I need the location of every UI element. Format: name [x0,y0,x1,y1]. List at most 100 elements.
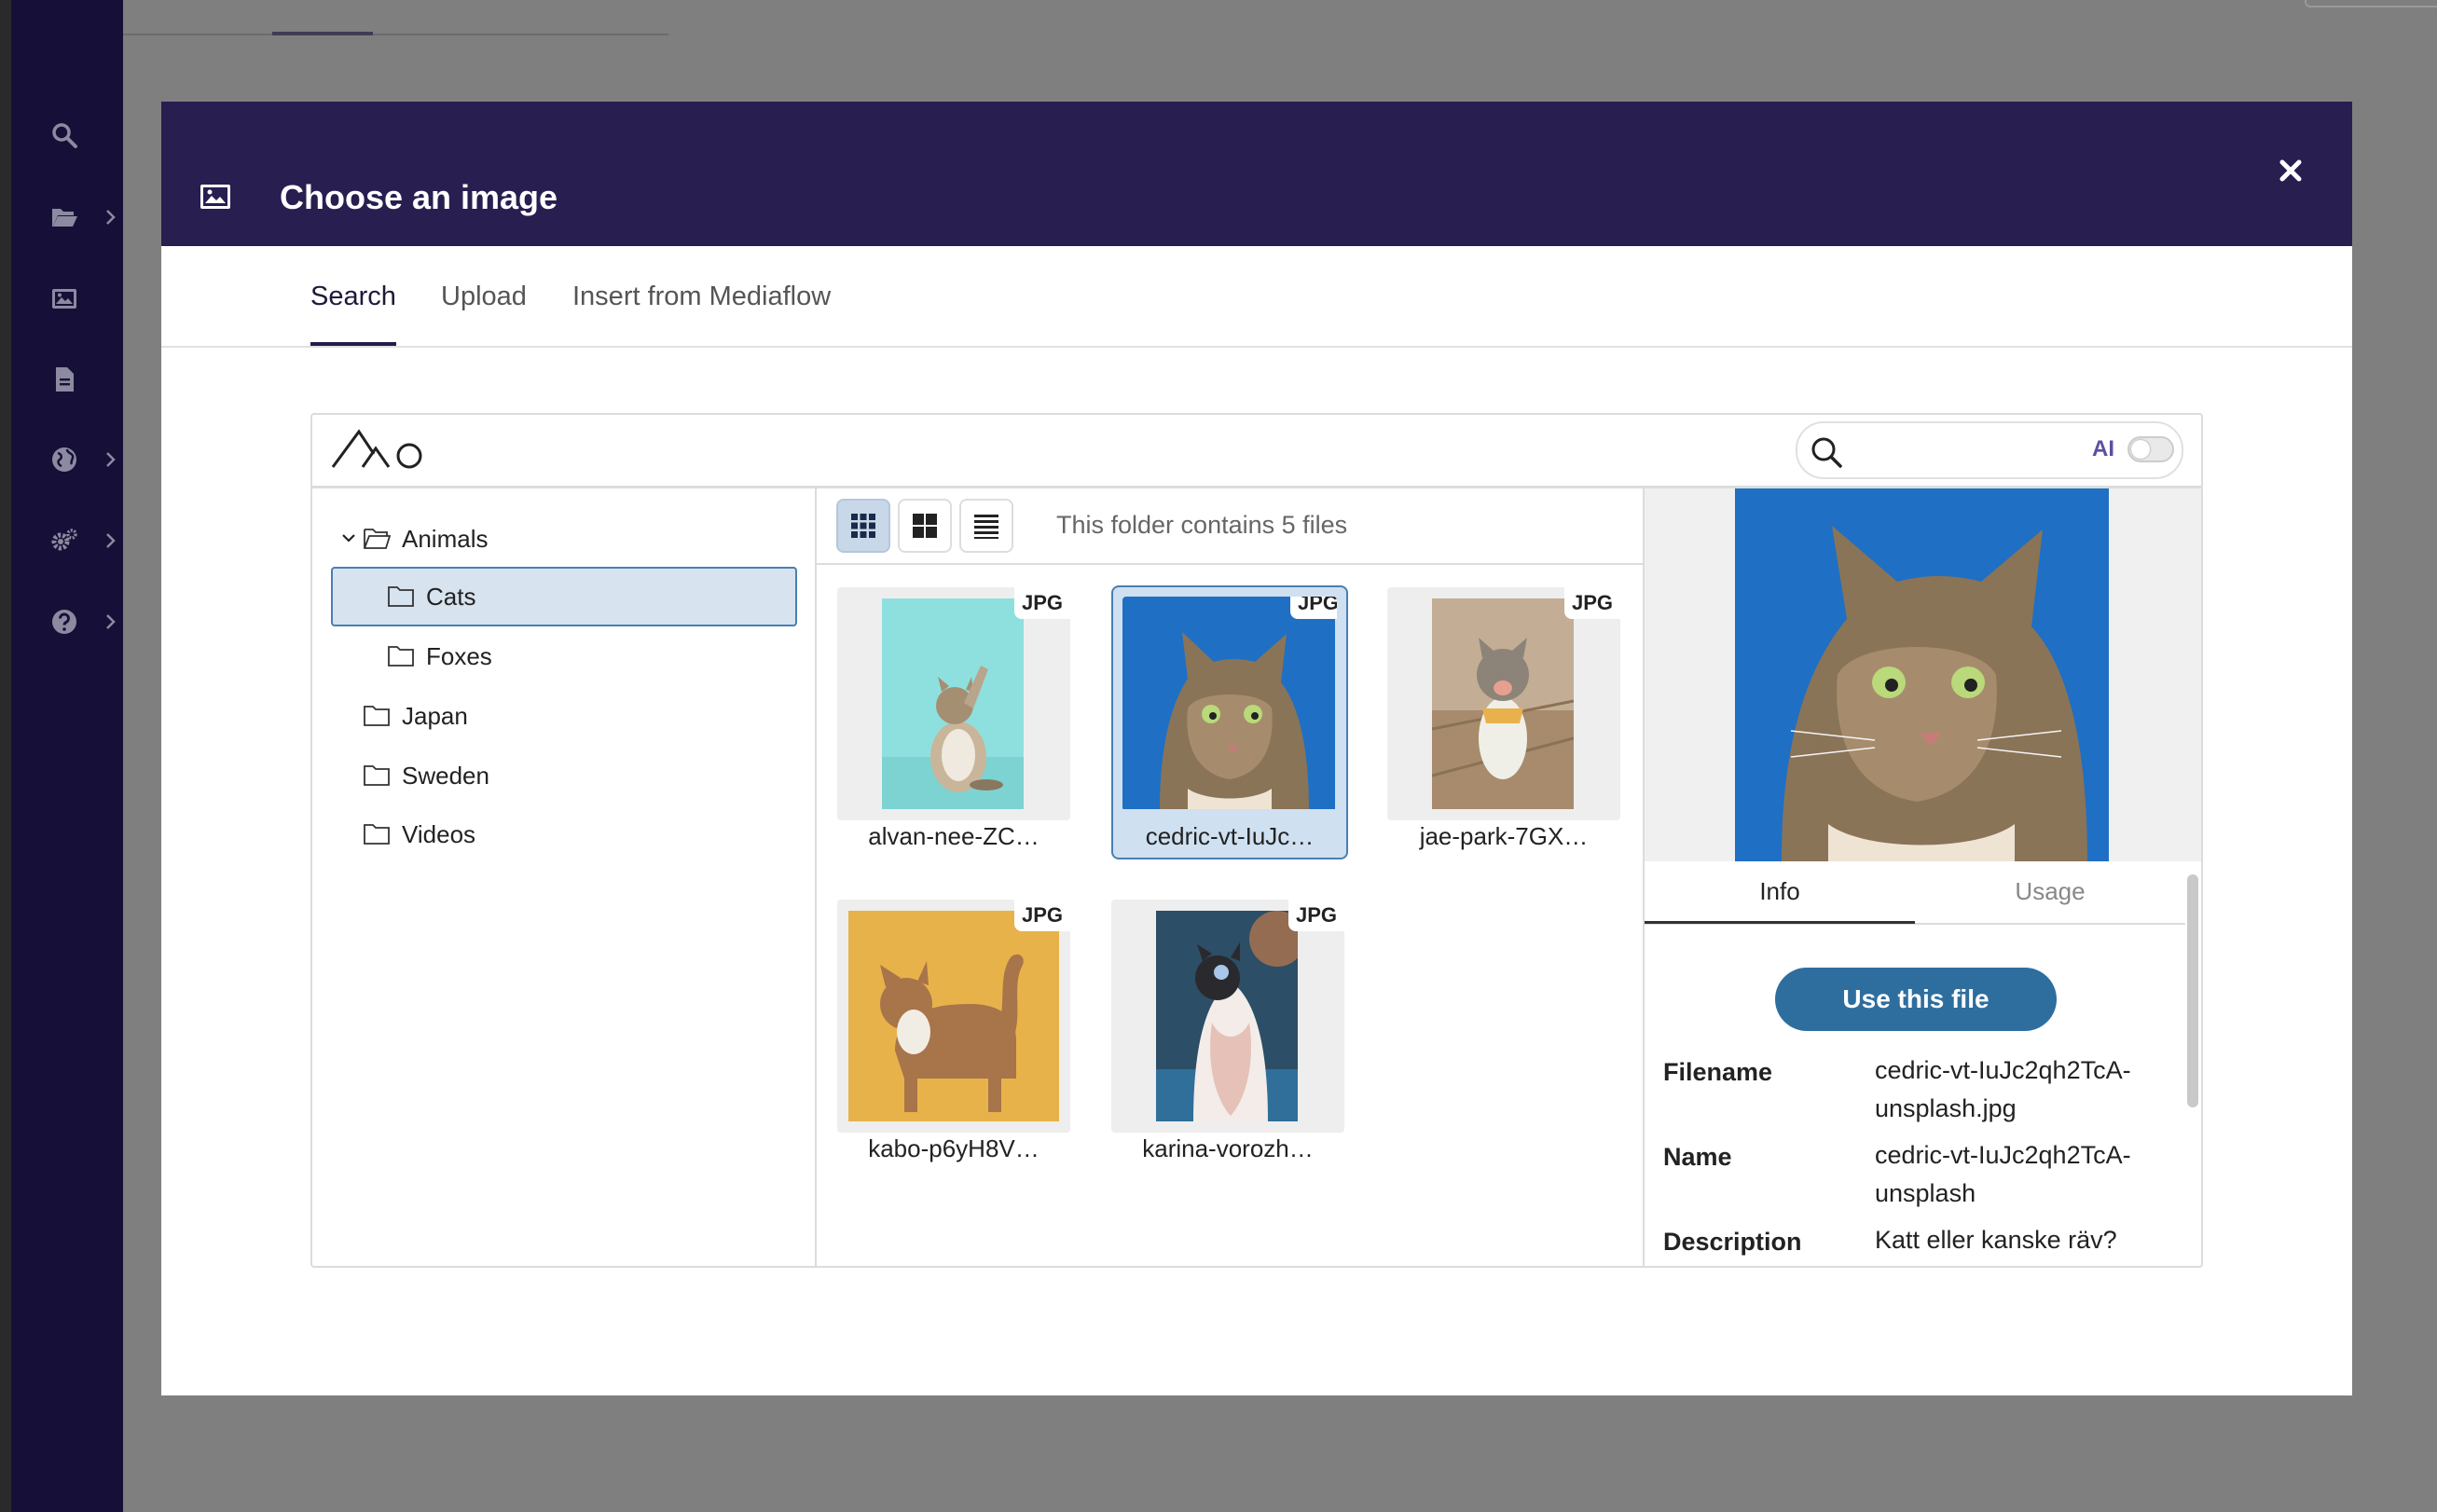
file-name: jae-park-7GX… [1419,822,1589,850]
gears-icon [51,529,77,551]
view-small-grid-button[interactable] [836,499,890,553]
info-tabs: Info Usage [1645,861,2185,925]
sidebar-search[interactable] [50,107,116,163]
file-type-badge: JPG [1289,597,1337,619]
modal-tabs: Search Upload Insert from Mediaflow [161,246,2352,348]
folder-icon [364,765,390,786]
modal-header: Choose an image [161,102,2352,246]
file-name: cedric-vt-IuJc… [1145,822,1315,850]
background-button-edge [2305,0,2437,7]
file-type-badge: JPG [1563,587,1620,619]
document-icon [56,367,74,392]
chevron-right-icon [106,452,116,467]
file-card[interactable]: JPG jae-park-7GX… [1387,587,1620,858]
cat-image-icon [1122,597,1335,809]
folder-icon [388,586,414,607]
view-large-grid-button[interactable] [898,499,952,553]
folder-videos[interactable]: Videos [363,806,475,862]
sidebar-settings[interactable] [50,513,116,569]
folder-icon [364,824,390,845]
background-tab-line [123,32,668,35]
window-edge [0,0,11,1512]
help-icon [52,610,76,634]
folder-label: Japan [402,701,468,730]
sidebar-documents[interactable] [50,351,116,407]
meta-key-description: Description [1663,1228,1802,1256]
meta-value-filename: cedric-vt-IuJc2qh2TcA-unsplash.jpg [1875,1056,2131,1122]
sidebar-images[interactable] [50,270,116,326]
cat-image-icon [1432,598,1574,809]
folder-japan[interactable]: Japan [363,688,468,744]
cat-image-icon [882,598,1024,809]
folder-icon [364,706,390,726]
grid-large-icon [913,514,937,538]
file-type-badge: JPG [1013,900,1070,931]
grid-toolbar: This folder contains 5 files [817,488,1643,565]
file-card[interactable]: JPG kabo-p6yH8V… [837,900,1070,1170]
cat-image-icon [1735,488,2109,861]
file-card-selected[interactable]: JPG cedric-vt-IuJc… [1111,585,1348,859]
chevron-right-icon [106,533,116,548]
folder-animals[interactable]: Animals [363,511,488,567]
list-icon [974,515,998,539]
file-type-badge: JPG [1013,587,1070,619]
file-card[interactable]: JPG karina-vorozh… [1111,900,1344,1170]
folder-file-count: This folder contains 5 files [1056,511,1348,539]
folder-label: Cats [426,582,476,611]
close-icon[interactable] [2274,154,2307,187]
tab-usage[interactable]: Usage [1915,861,2185,921]
app-sidebar [0,0,123,1512]
ai-toggle[interactable] [2127,436,2174,462]
file-grid: This folder contains 5 files JPG alvan-n… [817,488,1645,1266]
chevron-right-icon [106,210,116,225]
meta-key-filename: Filename [1663,1058,1773,1086]
folder-label: Sweden [402,761,489,790]
file-thumbnail [1122,597,1335,809]
choose-image-modal: Choose an image Search Upload Insert fro… [161,102,2352,1395]
folder-label: Animals [402,524,489,553]
search-box: AI [1796,421,2183,479]
tab-search[interactable]: Search [310,282,396,312]
file-type-badge: JPG [1287,900,1344,931]
folder-sweden[interactable]: Sweden [363,748,489,804]
file-thumbnail [848,911,1059,1121]
use-this-file-button[interactable]: Use this file [1775,968,2057,1031]
meta-key-name: Name [1663,1143,1732,1171]
folder-label: Videos [402,819,476,848]
search-icon [52,123,77,148]
search-input[interactable] [1853,433,2090,468]
file-name: kabo-p6yH8V… [868,1134,1040,1162]
browser-toolbar: AI [312,415,2201,488]
file-name: alvan-nee-ZC… [868,822,1040,850]
meta-value-name: cedric-vt-IuJc2qh2TcA-unsplash [1875,1141,2131,1207]
file-preview [1735,488,2109,861]
tab-info[interactable]: Info [1645,861,1915,924]
active-tab-indicator [310,342,396,346]
sidebar-help[interactable] [50,594,116,650]
image-icon [200,185,230,209]
grid-small-icon [851,514,875,538]
folder-open-icon [364,529,391,549]
folder-label: Foxes [426,641,492,670]
caret-down-icon[interactable] [340,529,357,546]
mediaflow-logo-icon [331,429,422,469]
info-scrollbar[interactable] [2187,874,2198,1107]
folder-tree: Animals Cats Foxes Japan Sweden Videos [312,488,817,1266]
tab-insert-from-mediaflow[interactable]: Insert from Mediaflow [572,282,831,312]
sidebar-folders[interactable] [50,189,116,245]
folder-icon [388,646,414,667]
meta-value-description: Katt eller kanske räv? [1875,1226,2117,1254]
search-icon [1811,437,1842,468]
file-thumbnail [1432,598,1574,809]
folder-open-icon [52,209,77,227]
view-list-button[interactable] [959,499,1013,553]
folder-foxes[interactable]: Foxes [387,628,492,684]
folder-cats[interactable]: Cats [331,567,797,626]
chevron-right-icon [106,614,116,629]
globe-icon [52,447,76,472]
cat-image-icon [1156,911,1298,1121]
sidebar-globe[interactable] [50,432,116,488]
tab-upload[interactable]: Upload [441,282,527,312]
cat-image-icon [848,911,1059,1121]
file-card[interactable]: JPG alvan-nee-ZC… [837,587,1070,858]
